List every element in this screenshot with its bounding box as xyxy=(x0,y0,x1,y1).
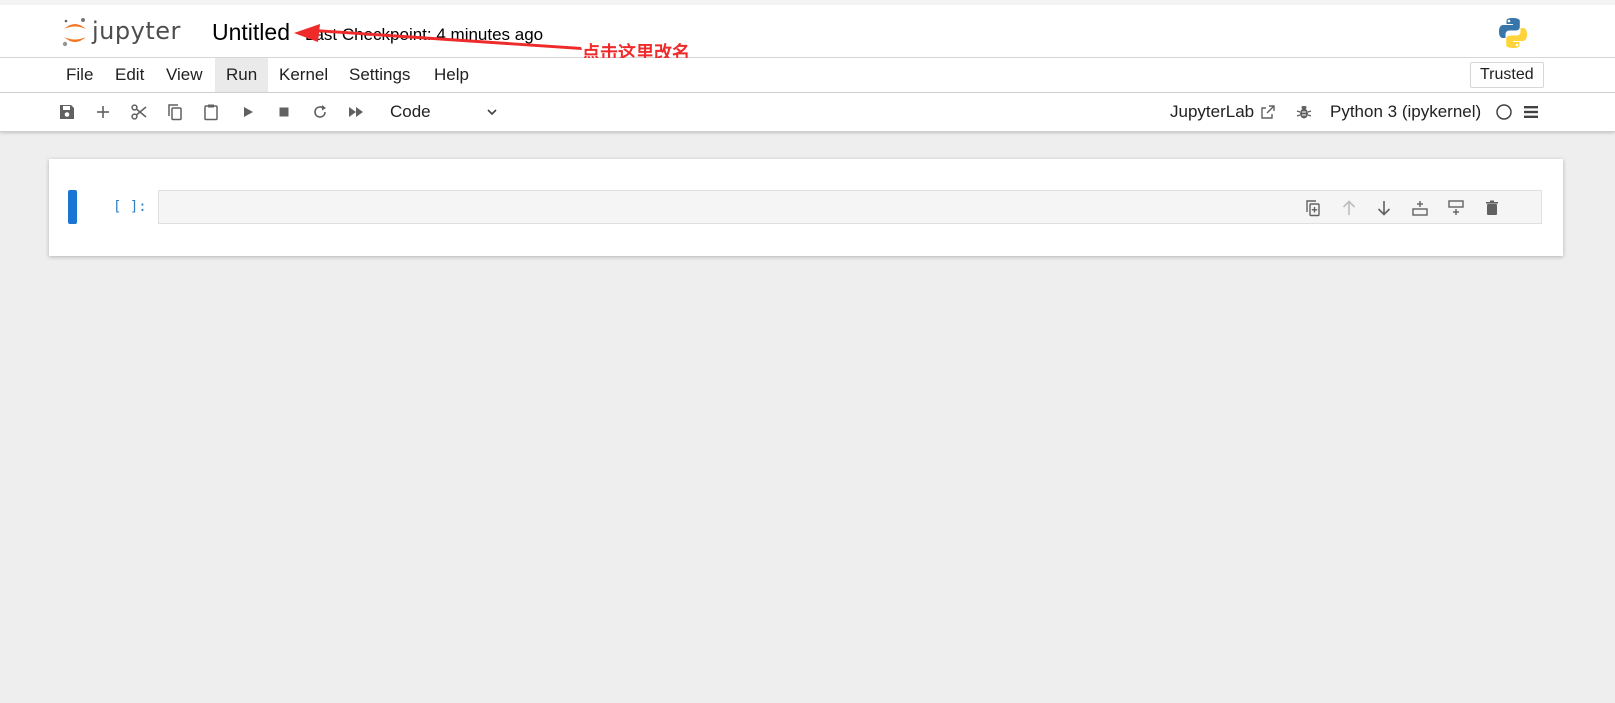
add-icon xyxy=(97,106,109,118)
stop-icon xyxy=(279,107,289,117)
python-logo-icon xyxy=(1496,16,1530,50)
move-up-button[interactable] xyxy=(1338,197,1360,219)
menu-run[interactable]: Run xyxy=(215,58,269,92)
menu-file[interactable]: File xyxy=(55,58,104,92)
add-cell-button[interactable] xyxy=(91,100,115,124)
run-icon xyxy=(244,107,253,117)
menu-kernel[interactable]: Kernel xyxy=(268,58,339,92)
insert-above-button[interactable] xyxy=(1409,197,1431,219)
restart-icon xyxy=(314,105,326,118)
debugger-button[interactable] xyxy=(1292,100,1316,124)
notebook-toolbar: Code JupyterLab Python 3 (ipykernel) xyxy=(0,93,1615,132)
run-button[interactable] xyxy=(236,100,260,124)
save-icon xyxy=(60,105,74,119)
menu-bar: File Edit View Run Kernel Settings Help … xyxy=(0,58,1615,93)
jupyter-logo-icon xyxy=(62,18,86,47)
paste-button[interactable] xyxy=(199,100,223,124)
toolbar-menu-button[interactable] xyxy=(1519,100,1543,124)
cell-collapser[interactable] xyxy=(68,190,77,224)
insert-below-icon xyxy=(1448,200,1464,215)
cut-icon xyxy=(131,104,147,120)
bug-icon xyxy=(1296,106,1312,119)
notebook-title[interactable]: Untitled xyxy=(212,19,290,46)
paste-icon xyxy=(204,104,218,121)
move-down-icon xyxy=(1377,201,1391,216)
menu-help[interactable]: Help xyxy=(423,58,480,92)
save-button[interactable] xyxy=(55,100,79,124)
notebook-header: jupyter Untitled Last Checkpoint: 4 minu… xyxy=(0,5,1615,58)
jupyterlab-label: JupyterLab xyxy=(1170,102,1255,121)
jupyter-logo[interactable]: jupyter xyxy=(62,13,202,53)
code-cell-editor[interactable] xyxy=(158,190,1542,224)
move-down-button[interactable] xyxy=(1373,197,1395,219)
menu-view[interactable]: View xyxy=(155,58,214,92)
list-icon xyxy=(1524,106,1538,118)
duplicate-icon xyxy=(1306,200,1320,217)
delete-icon xyxy=(1486,200,1498,215)
trusted-indicator[interactable]: Trusted xyxy=(1470,62,1544,88)
notebook-panel: [ ]: xyxy=(49,159,1563,256)
circle-icon xyxy=(1496,104,1512,120)
fast-forward-icon xyxy=(349,107,363,117)
restart-run-all-button[interactable] xyxy=(344,100,368,124)
restart-button[interactable] xyxy=(308,100,332,124)
delete-cell-button[interactable] xyxy=(1481,197,1503,219)
kernel-status-indicator xyxy=(1492,100,1516,124)
cell-type-value: Code xyxy=(390,102,431,121)
external-link-icon xyxy=(1261,105,1275,119)
interrupt-button[interactable] xyxy=(272,100,296,124)
cell-input-prompt: [ ]: xyxy=(113,199,147,215)
cut-button[interactable] xyxy=(127,100,151,124)
copy-button[interactable] xyxy=(163,100,187,124)
insert-below-button[interactable] xyxy=(1445,197,1467,219)
copy-icon xyxy=(168,104,182,121)
insert-above-icon xyxy=(1412,201,1428,216)
chevron-down-icon xyxy=(487,109,497,116)
kernel-name[interactable]: Python 3 (ipykernel) xyxy=(1330,99,1481,125)
open-jupyterlab-link[interactable]: JupyterLab xyxy=(1170,99,1276,125)
cell-type-select[interactable]: Code xyxy=(390,99,502,125)
jupyter-logo-text: jupyter xyxy=(92,17,181,45)
last-checkpoint: Last Checkpoint: 4 minutes ago xyxy=(305,25,544,44)
menu-settings[interactable]: Settings xyxy=(338,58,421,92)
menu-edit[interactable]: Edit xyxy=(104,58,155,92)
duplicate-cell-button[interactable] xyxy=(1302,197,1324,219)
move-up-icon xyxy=(1342,200,1356,215)
